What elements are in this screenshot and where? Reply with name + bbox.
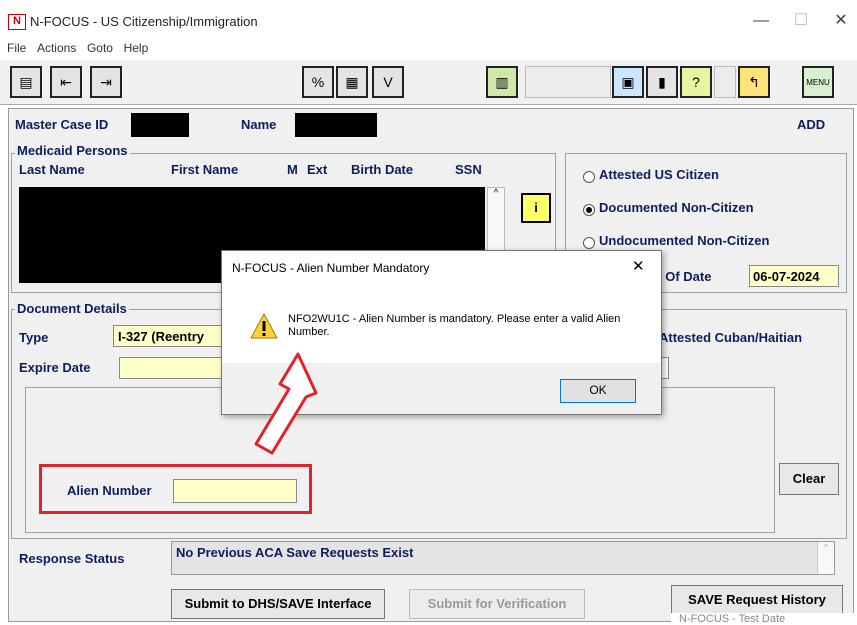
red-arrow: [254, 352, 318, 455]
